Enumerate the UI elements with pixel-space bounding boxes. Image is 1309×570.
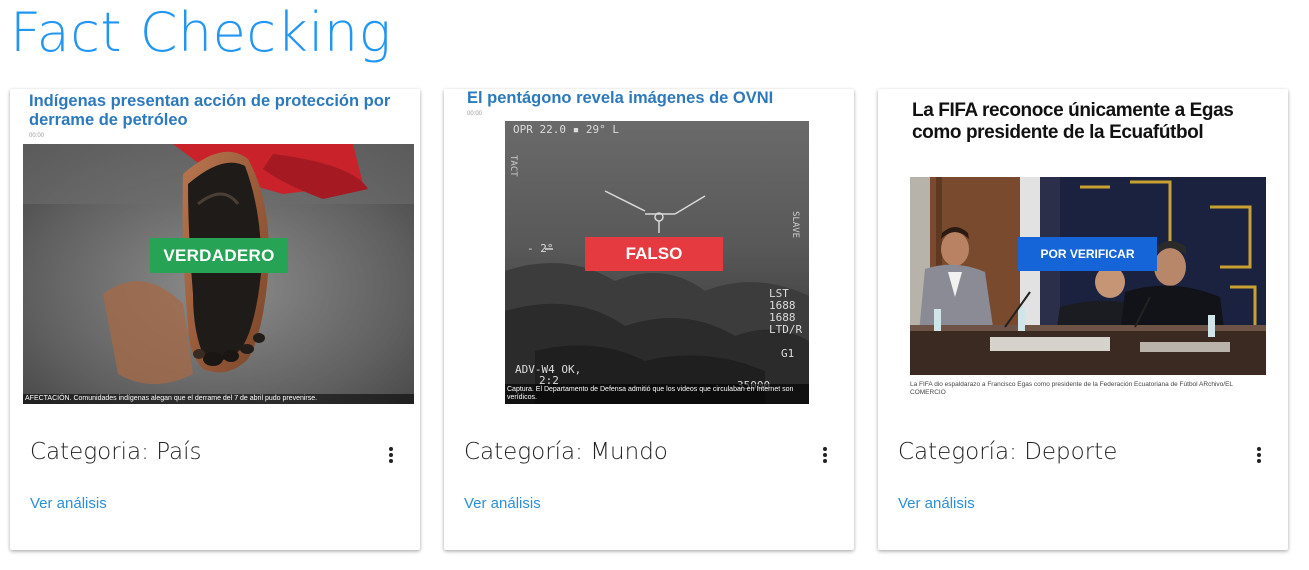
fact-card-mundo: El pentágono revela imágenes de OVNI 00:…	[444, 89, 854, 550]
card-category: Categoria: País	[30, 439, 202, 465]
view-analysis-link[interactable]: Ver análisis	[898, 495, 975, 512]
view-analysis-link[interactable]: Ver análisis	[464, 495, 541, 512]
card-photo: OPR 22.0 ▪ 29° L - 2° LST 1688 1688 LTD/…	[505, 121, 809, 404]
verdict-badge-false: FALSO	[585, 237, 723, 271]
card-category: Categoría: Mundo	[464, 439, 668, 465]
more-vert-icon[interactable]	[1252, 445, 1266, 465]
hud-readout: G1	[781, 347, 794, 360]
photo-caption: Captura. El Departamento de Defensa admi…	[505, 384, 809, 404]
card-timestamp: 00:00	[467, 111, 483, 117]
more-vert-icon[interactable]	[818, 445, 832, 465]
press-conference-photo	[910, 177, 1266, 375]
hud-readout: SLAVE	[790, 211, 800, 238]
card-headline: El pentágono revela imágenes de OVNI	[467, 89, 774, 107]
fact-card-deporte: La FIFA reconoce únicamente a Egas como …	[878, 89, 1288, 550]
photo-caption: La FIFA dio espaldarazo a Francisco Egas…	[910, 381, 1233, 396]
hud-readout: - 2°	[527, 242, 554, 255]
hud-readout: TACT	[508, 155, 518, 177]
card-photo: VERDADERO AFECTACIÓN. Comunidades indíge…	[23, 144, 414, 404]
hud-readout: LTD/R	[769, 323, 802, 336]
card-headline: La FIFA reconoce únicamente a Egas como …	[912, 100, 1234, 143]
hud-readout: OPR 22.0 ▪ 29° L	[513, 123, 619, 136]
photo-caption: AFECTACIÓN. Comunidades indígenas alegan…	[23, 394, 414, 404]
card-timestamp: 00:00	[29, 133, 45, 139]
verdict-badge-true: VERDADERO	[150, 238, 288, 273]
more-vert-icon[interactable]	[384, 445, 398, 465]
card-category: Categoría: Deporte	[898, 439, 1118, 465]
card-media[interactable]: El pentágono revela imágenes de OVNI 00:…	[444, 89, 854, 419]
card-media[interactable]: La FIFA reconoce únicamente a Egas como …	[878, 89, 1288, 419]
oil-foot-photo	[23, 144, 414, 404]
view-analysis-link[interactable]: Ver análisis	[30, 495, 107, 512]
fact-card-pais: Indígenas presentan acción de protección…	[10, 89, 420, 550]
card-photo: POR VERIFICAR	[910, 177, 1266, 375]
verdict-badge-pending: POR VERIFICAR	[1018, 237, 1157, 271]
card-headline: Indígenas presentan acción de protección…	[29, 92, 391, 129]
card-media[interactable]: Indígenas presentan acción de protección…	[10, 89, 420, 419]
page-title: Fact Checking	[10, 1, 392, 64]
